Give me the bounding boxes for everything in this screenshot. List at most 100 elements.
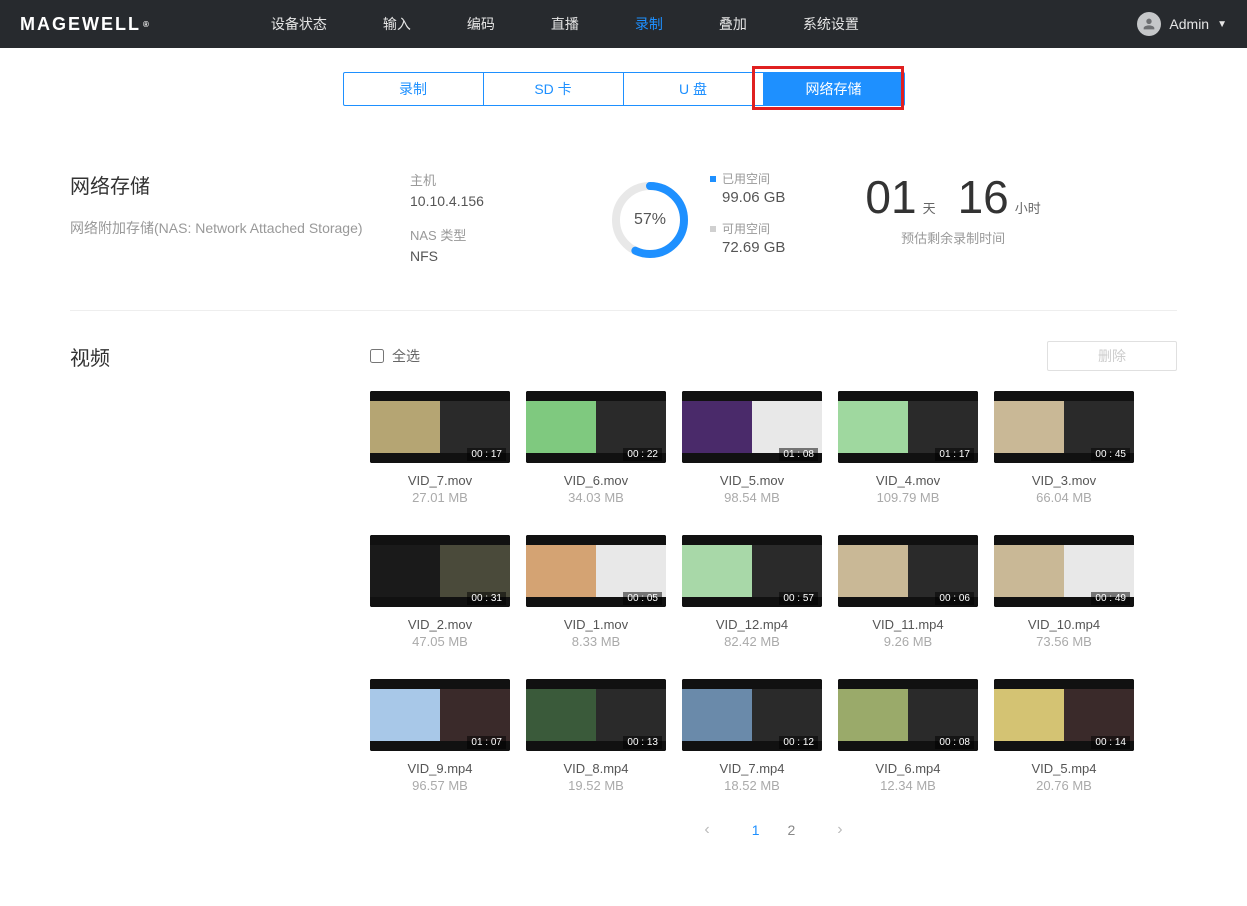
nav-item-3[interactable]: 直播 [551,14,579,34]
divider [70,310,1177,311]
nav-item-0[interactable]: 设备状态 [271,14,327,34]
remaining-time: 01 天 16 小时 [865,170,1040,224]
subtabs: 录制SD 卡U 盘网络存储 [343,72,905,106]
video-thumb: 00 : 12 [682,679,822,751]
video-duration: 00 : 57 [779,592,818,605]
video-name: VID_5.mp4 [994,761,1134,776]
delete-button[interactable]: 删除 [1047,341,1177,371]
video-thumb: 00 : 05 [526,535,666,607]
storage-subtitle: 网络附加存储(NAS: Network Attached Storage) [70,217,370,239]
hours-unit: 小时 [1015,198,1041,217]
video-size: 47.05 MB [370,634,510,649]
video-thumb: 00 : 31 [370,535,510,607]
video-card[interactable]: 00 : 14 VID_5.mp4 20.76 MB [994,679,1134,793]
next-page-icon[interactable]: › [837,821,842,839]
video-thumb: 00 : 45 [994,391,1134,463]
video-name: VID_10.mp4 [994,617,1134,632]
video-thumb: 00 : 22 [526,391,666,463]
nas-type-label: NAS 类型 [410,225,570,244]
prev-page-icon[interactable]: ‹ [704,821,709,839]
select-all-checkbox[interactable] [370,349,384,363]
avatar-icon [1137,12,1161,36]
subtab-1[interactable]: SD 卡 [484,73,624,105]
video-card[interactable]: 00 : 22 VID_6.mov 34.03 MB [526,391,666,505]
video-thumb: 00 : 57 [682,535,822,607]
subtab-0[interactable]: 录制 [344,73,484,105]
free-value: 72.69 GB [722,239,785,256]
video-name: VID_11.mp4 [838,617,978,632]
storage-summary: 网络存储 网络附加存储(NAS: Network Attached Storag… [70,170,1177,280]
subtab-3[interactable]: 网络存储 [764,73,904,105]
video-grid: 00 : 17 VID_7.mov 27.01 MB 00 : 22 VID_6… [370,391,1177,793]
main-panel: 网络存储 网络附加存储(NAS: Network Attached Storag… [10,130,1237,879]
subtab-2[interactable]: U 盘 [624,73,764,105]
video-thumb: 00 : 49 [994,535,1134,607]
host-value: 10.10.4.156 [410,193,570,209]
storage-title: 网络存储 [70,170,370,199]
video-duration: 00 : 22 [623,448,662,461]
video-thumb: 01 : 08 [682,391,822,463]
subtabs-container: 录制SD 卡U 盘网络存储 [0,72,1247,106]
remaining-time-label: 预估剩余录制时间 [865,228,1040,247]
video-card[interactable]: 00 : 06 VID_11.mp4 9.26 MB [838,535,978,649]
video-duration: 01 : 07 [467,736,506,749]
page-1[interactable]: 1 [752,822,760,838]
pagination: ‹ 1 2 › [370,821,1177,839]
video-size: 34.03 MB [526,490,666,505]
video-duration: 01 : 08 [779,448,818,461]
select-all-label: 全选 [392,346,420,366]
video-name: VID_7.mp4 [682,761,822,776]
video-size: 66.04 MB [994,490,1134,505]
select-all[interactable]: 全选 [370,346,420,366]
video-size: 18.52 MB [682,778,822,793]
video-size: 98.54 MB [682,490,822,505]
video-header: 视频 全选 删除 [70,341,1177,371]
video-card[interactable]: 01 : 17 VID_4.mov 109.79 MB [838,391,978,505]
video-duration: 00 : 08 [935,736,974,749]
video-card[interactable]: 00 : 45 VID_3.mov 66.04 MB [994,391,1134,505]
video-name: VID_9.mp4 [370,761,510,776]
nav-item-6[interactable]: 系统设置 [803,14,859,34]
video-card[interactable]: 00 : 05 VID_1.mov 8.33 MB [526,535,666,649]
video-name: VID_12.mp4 [682,617,822,632]
video-duration: 00 : 05 [623,592,662,605]
video-name: VID_7.mov [370,473,510,488]
video-card[interactable]: 00 : 31 VID_2.mov 47.05 MB [370,535,510,649]
free-dot-icon [710,226,716,232]
video-size: 82.42 MB [682,634,822,649]
video-name: VID_8.mp4 [526,761,666,776]
nav-item-4[interactable]: 录制 [635,14,663,34]
video-size: 12.34 MB [838,778,978,793]
video-duration: 00 : 49 [1091,592,1130,605]
nav-item-2[interactable]: 编码 [467,14,495,34]
used-dot-icon [710,176,716,182]
video-duration: 00 : 14 [1091,736,1130,749]
nav-item-1[interactable]: 输入 [383,14,411,34]
video-name: VID_4.mov [838,473,978,488]
usage-ring: 57% [610,180,690,260]
video-card[interactable]: 00 : 49 VID_10.mp4 73.56 MB [994,535,1134,649]
nav-item-5[interactable]: 叠加 [719,14,747,34]
video-duration: 00 : 45 [1091,448,1130,461]
video-card[interactable]: 00 : 17 VID_7.mov 27.01 MB [370,391,510,505]
video-duration: 00 : 17 [467,448,506,461]
video-duration: 00 : 31 [467,592,506,605]
video-thumb: 00 : 08 [838,679,978,751]
video-name: VID_2.mov [370,617,510,632]
video-duration: 00 : 12 [779,736,818,749]
video-size: 9.26 MB [838,634,978,649]
nas-type-value: NFS [410,248,570,264]
video-size: 27.01 MB [370,490,510,505]
user-menu[interactable]: Admin ▼ [1137,12,1227,36]
video-card[interactable]: 01 : 07 VID_9.mp4 96.57 MB [370,679,510,793]
video-card[interactable]: 00 : 57 VID_12.mp4 82.42 MB [682,535,822,649]
video-card[interactable]: 00 : 13 VID_8.mp4 19.52 MB [526,679,666,793]
video-card[interactable]: 00 : 12 VID_7.mp4 18.52 MB [682,679,822,793]
video-size: 8.33 MB [526,634,666,649]
video-section-title: 视频 [70,342,370,371]
video-card[interactable]: 00 : 08 VID_6.mp4 12.34 MB [838,679,978,793]
page-2[interactable]: 2 [788,822,796,838]
video-thumb: 00 : 14 [994,679,1134,751]
main-nav: 设备状态 输入 编码 直播 录制 叠加 系统设置 [271,14,859,34]
video-card[interactable]: 01 : 08 VID_5.mov 98.54 MB [682,391,822,505]
